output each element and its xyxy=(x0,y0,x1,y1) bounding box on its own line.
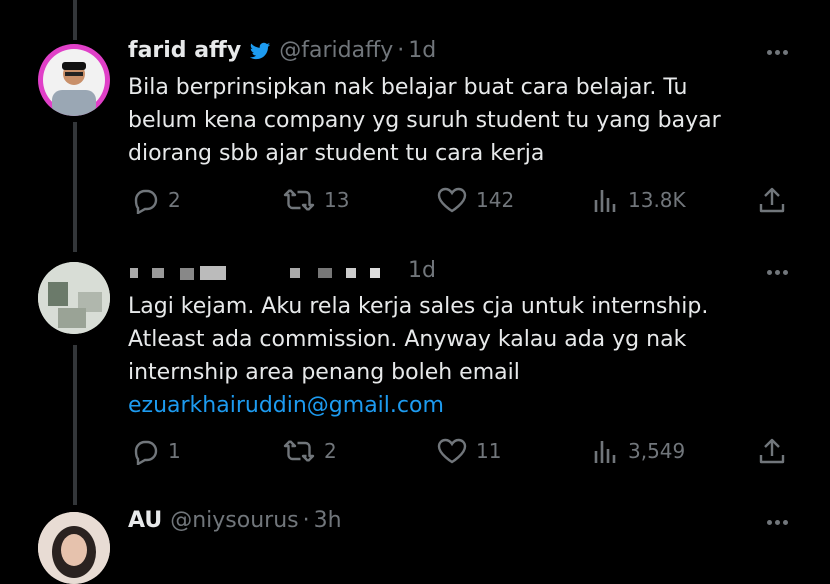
avatar[interactable] xyxy=(38,262,110,334)
separator-dot: · xyxy=(302,508,310,533)
like-count: 142 xyxy=(476,188,515,212)
tweet-text: Lagi kejam. Aku rela kerja sales cja unt… xyxy=(128,290,808,422)
reply-count: 2 xyxy=(168,188,181,212)
email-link[interactable]: ezuarkhairuddin@gmail.com xyxy=(128,389,808,422)
views-count: 13.8K xyxy=(628,188,686,212)
thread-line-1 xyxy=(73,122,77,252)
tweet-text-line: belum kena company yg suruh student tu y… xyxy=(128,108,721,133)
blurred-profile-photo xyxy=(38,262,110,334)
avatar[interactable] xyxy=(38,512,110,584)
separator-dot: · xyxy=(397,38,405,63)
heart-icon xyxy=(437,187,467,213)
tweet-text-line: Lagi kejam. Aku rela kerja sales cja unt… xyxy=(128,294,709,319)
timestamp[interactable]: 1d xyxy=(408,38,436,63)
twitter-bird-icon xyxy=(250,42,271,59)
tweet-text: Bila berprinsipkan nak belajar buat cara… xyxy=(128,71,808,170)
retweet-button[interactable]: 13 xyxy=(282,186,349,214)
like-button[interactable]: 11 xyxy=(436,437,501,465)
views-button[interactable]: 3,549 xyxy=(592,437,685,465)
share-icon xyxy=(759,438,785,464)
retweet-icon xyxy=(283,189,315,211)
heart-icon xyxy=(437,438,467,464)
handle[interactable]: @niysourus xyxy=(170,508,298,533)
views-chart-icon xyxy=(594,190,616,212)
reply-button[interactable]: 2 xyxy=(130,186,181,214)
handle[interactable]: @faridaffy xyxy=(279,38,393,63)
retweet-count: 13 xyxy=(324,188,350,212)
retweet-count: 2 xyxy=(324,439,337,463)
retweet-icon xyxy=(283,440,315,462)
views-button[interactable]: 13.8K xyxy=(592,186,686,214)
avatar[interactable] xyxy=(38,44,110,116)
share-button[interactable] xyxy=(758,186,786,214)
views-chart-icon xyxy=(594,441,616,463)
thread-line-top xyxy=(73,0,77,40)
tweet-text-line: Bila berprinsipkan nak belajar buat cara… xyxy=(128,75,688,100)
tweet-text-line: Atleast ada commission. Anyway kalau ada… xyxy=(128,327,687,352)
reply-button[interactable]: 1 xyxy=(130,437,181,465)
like-count: 11 xyxy=(476,439,502,463)
more-options-icon[interactable] xyxy=(767,50,788,55)
tweet-text-line: diorang sbb ajar student tu cara kerja xyxy=(128,141,545,166)
more-options-icon[interactable] xyxy=(767,270,788,275)
reply-icon xyxy=(134,189,158,214)
timestamp[interactable]: 3h xyxy=(314,508,342,533)
display-name[interactable]: AU xyxy=(128,508,162,533)
tweet-text-line: internship area penang boleh email xyxy=(128,360,520,385)
retweet-button[interactable]: 2 xyxy=(282,437,337,465)
profile-photo xyxy=(43,49,105,116)
display-name[interactable]: farid affy xyxy=(128,38,241,63)
share-icon xyxy=(759,187,785,213)
more-options-icon[interactable] xyxy=(767,520,788,525)
reply-count: 1 xyxy=(168,439,181,463)
reply-icon xyxy=(134,440,158,465)
share-button[interactable] xyxy=(758,437,786,465)
views-count: 3,549 xyxy=(628,439,686,463)
timestamp[interactable]: 1d xyxy=(408,258,436,283)
like-button[interactable]: 142 xyxy=(436,186,514,214)
thread-line-2 xyxy=(73,345,77,505)
profile-photo xyxy=(38,512,110,584)
